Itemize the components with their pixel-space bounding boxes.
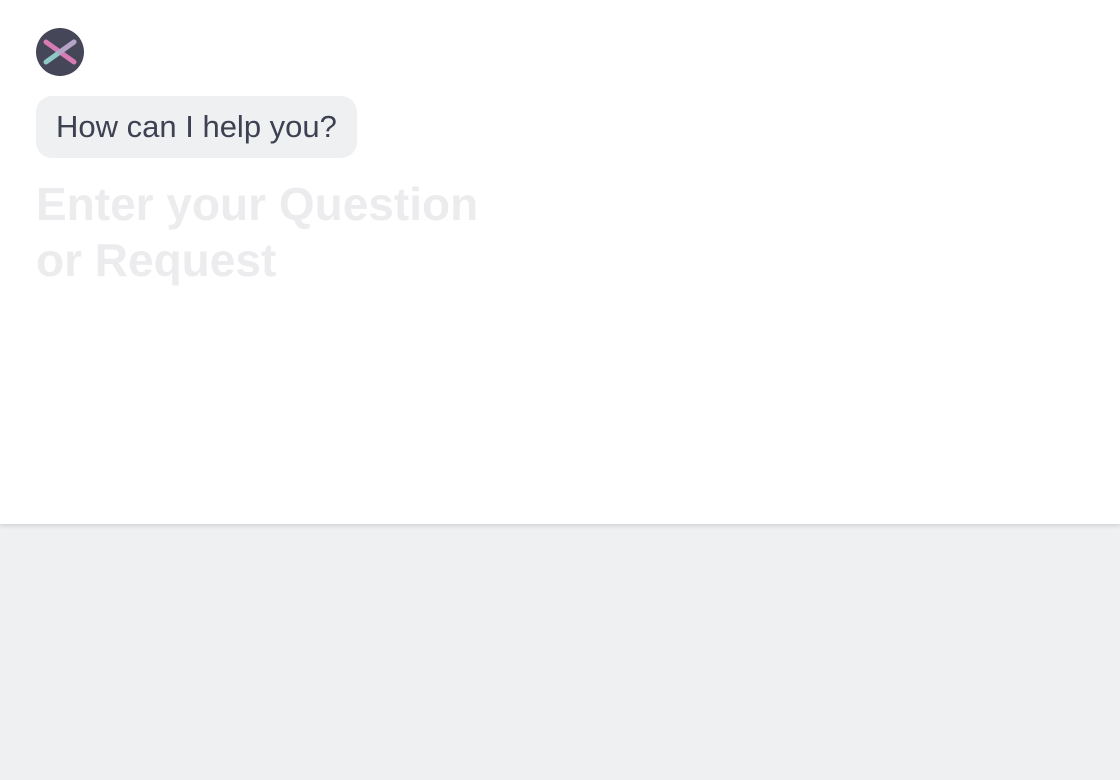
- assistant-greeting-bubble: How can I help you?: [36, 96, 357, 158]
- question-input[interactable]: [36, 176, 496, 306]
- greeting-text: How can I help you?: [56, 109, 337, 144]
- chat-panel: How can I help you?: [0, 0, 1120, 524]
- x-logo-icon: [43, 39, 77, 65]
- assistant-avatar: [36, 28, 84, 76]
- background-area: [0, 524, 1120, 780]
